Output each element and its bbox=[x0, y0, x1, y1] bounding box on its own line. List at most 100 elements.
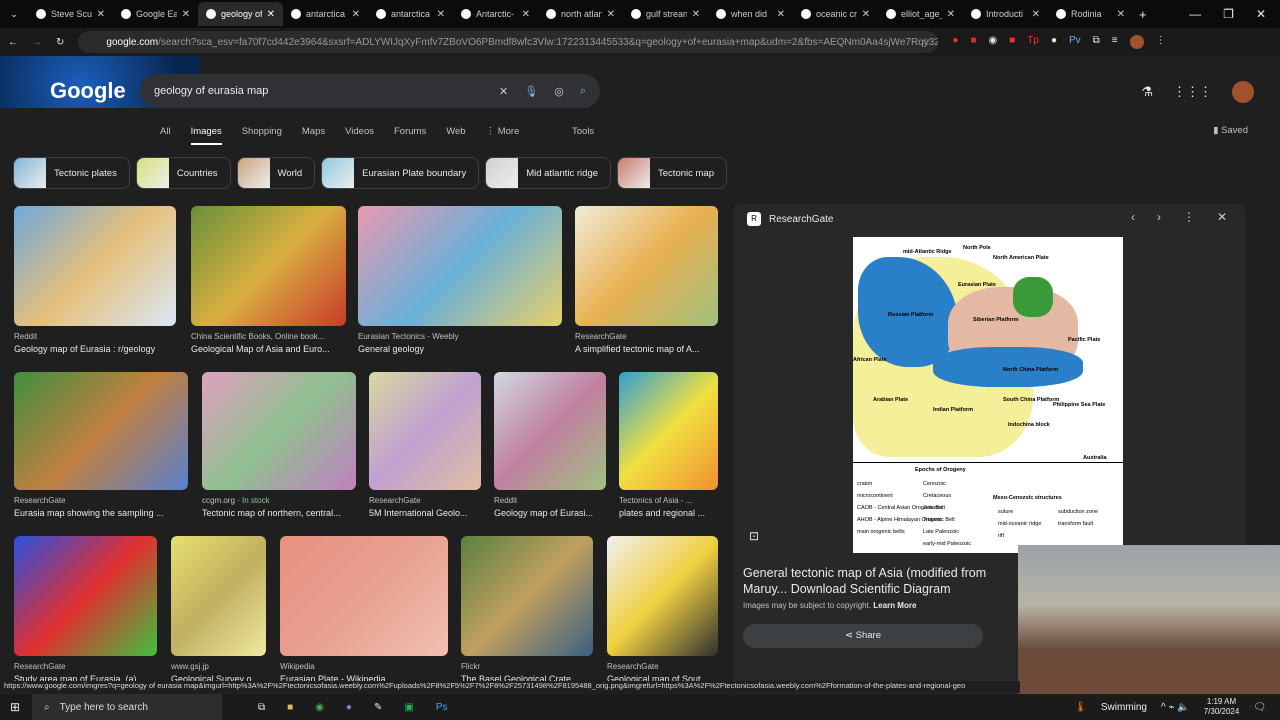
result-source[interactable]: Flickr bbox=[461, 662, 593, 671]
result-source[interactable]: www.gsj.jp bbox=[171, 662, 266, 671]
chrome-icon[interactable]: ◉ bbox=[315, 702, 324, 713]
extension-icon[interactable]: ■ bbox=[970, 35, 976, 49]
result-thumbnail[interactable] bbox=[619, 372, 718, 490]
tab-close-icon[interactable]: ✕ bbox=[862, 9, 870, 20]
result-thumbnail[interactable] bbox=[14, 206, 176, 326]
extension-icon[interactable]: Tp bbox=[1027, 35, 1039, 49]
back-icon[interactable]: ← bbox=[8, 37, 18, 48]
microphone-icon[interactable]: 🎙 bbox=[524, 85, 538, 98]
app-icon[interactable]: ✎ bbox=[374, 702, 382, 713]
result-title[interactable]: A simplified tectonic map of A... bbox=[575, 344, 718, 354]
preview-source[interactable]: ResearchGate bbox=[769, 214, 833, 225]
nav-tab[interactable]: Maps bbox=[302, 126, 325, 145]
new-tab-button[interactable]: + bbox=[1139, 7, 1147, 22]
result-source[interactable]: ResearchGate bbox=[14, 662, 157, 671]
image-result[interactable]: ResearchGate A simplified tectonic map of… bbox=[575, 206, 718, 354]
related-chip[interactable]: Tectonic map bbox=[617, 157, 727, 189]
image-result[interactable]: www.gsj.jp Geological Survey o... bbox=[171, 536, 266, 684]
result-source[interactable]: Wikipedia bbox=[280, 662, 448, 671]
tab-close-icon[interactable]: ✕ bbox=[607, 9, 615, 20]
result-title[interactable]: Geology map of Eurasi... bbox=[494, 508, 606, 518]
browser-tab[interactable]: antarctica ✕ bbox=[368, 2, 453, 26]
task-view-icon[interactable]: ⧉ bbox=[258, 702, 265, 713]
browser-tab[interactable]: oceanic cr ✕ bbox=[793, 2, 878, 26]
profile-avatar[interactable] bbox=[1129, 35, 1144, 49]
tab-search-icon[interactable]: ⌄ bbox=[0, 9, 28, 20]
result-title[interactable]: General geology bbox=[358, 344, 562, 354]
menu-icon[interactable]: ⋮ bbox=[1156, 35, 1166, 49]
nav-tab[interactable]: Videos bbox=[345, 126, 374, 145]
extension-icon[interactable]: ◉ bbox=[988, 35, 997, 49]
result-source[interactable]: China Scientific Books, Online book... bbox=[191, 332, 346, 341]
nav-tab[interactable]: Shopping bbox=[242, 126, 282, 145]
browser-tab[interactable]: Introducti ✕ bbox=[963, 2, 1048, 26]
result-title[interactable]: 5M International Geolo... bbox=[369, 508, 481, 518]
related-chip[interactable]: Eurasian Plate boundary bbox=[321, 157, 480, 189]
tab-close-icon[interactable]: ✕ bbox=[522, 9, 530, 20]
next-icon[interactable]: › bbox=[1157, 210, 1161, 224]
restore-icon[interactable]: ❐ bbox=[1223, 7, 1234, 21]
tab-close-icon[interactable]: ✕ bbox=[777, 9, 785, 20]
extension-icon[interactable]: Pv bbox=[1069, 35, 1081, 49]
lens-search-icon[interactable]: ⊡ bbox=[749, 529, 759, 543]
reload-icon[interactable]: ↻ bbox=[56, 37, 64, 48]
browser-tab[interactable]: geology of ✕ bbox=[198, 2, 283, 26]
nav-tab[interactable]: Images bbox=[190, 126, 222, 145]
weather-label[interactable]: Swimming bbox=[1101, 702, 1147, 713]
preview-title[interactable]: General tectonic map of Asia (modified f… bbox=[743, 565, 1023, 597]
more-options-icon[interactable]: ⋮ bbox=[1183, 210, 1195, 224]
notifications-icon[interactable]: 🗨 bbox=[1253, 702, 1266, 713]
image-result[interactable]: Wikipedia Eurasian Plate - Wikipedia bbox=[280, 536, 448, 684]
image-result[interactable]: ResearchGate Study area map of Eurasia. (… bbox=[14, 536, 157, 684]
tab-close-icon[interactable]: ✕ bbox=[182, 9, 190, 20]
browser-tab[interactable]: when did ✕ bbox=[708, 2, 793, 26]
nav-tab[interactable]: Web bbox=[446, 126, 465, 145]
file-explorer-icon[interactable]: ■ bbox=[287, 702, 293, 713]
image-result[interactable]: China Scientific Books, Online book... Ge… bbox=[191, 206, 346, 354]
close-window-icon[interactable]: ✕ bbox=[1256, 7, 1266, 21]
learn-more-link[interactable]: Learn More bbox=[873, 601, 916, 610]
result-title[interactable]: Eurasia map showing the sampling ... bbox=[14, 508, 188, 518]
tab-close-icon[interactable]: ✕ bbox=[1117, 9, 1125, 20]
result-source[interactable]: ResearchGate bbox=[575, 332, 718, 341]
result-source[interactable]: Reddit bbox=[494, 496, 606, 505]
account-avatar[interactable] bbox=[1232, 81, 1254, 103]
labs-icon[interactable]: ⚗ bbox=[1141, 84, 1153, 100]
forward-icon[interactable]: → bbox=[32, 37, 42, 48]
result-title[interactable]: plates and regional ... bbox=[619, 508, 718, 518]
result-source[interactable]: ccgm.org · In stock bbox=[202, 496, 356, 505]
extension-icon[interactable]: ● bbox=[952, 35, 958, 49]
share-button[interactable]: ⋖ Share bbox=[743, 624, 983, 648]
reading-list-icon[interactable]: ≡ bbox=[1112, 35, 1118, 49]
result-thumbnail[interactable] bbox=[607, 536, 718, 656]
preview-image-tectonic-map[interactable]: mid-Atlantic Ridge North Pole North Americ… bbox=[853, 237, 1123, 553]
tab-close-icon[interactable]: ✕ bbox=[352, 9, 360, 20]
tools-button[interactable]: Tools bbox=[572, 126, 594, 137]
extension-icon[interactable]: ● bbox=[1051, 35, 1057, 49]
result-source[interactable]: ResearchGate bbox=[14, 496, 188, 505]
saved-button[interactable]: ▮ Saved bbox=[1213, 125, 1248, 136]
image-result[interactable]: Reddit Geology map of Eurasi... bbox=[494, 372, 606, 518]
tray-icons[interactable]: ^ ⌁ 🔈 bbox=[1161, 702, 1190, 713]
result-source[interactable]: ResearchGate bbox=[607, 662, 718, 671]
result-thumbnail[interactable] bbox=[280, 536, 448, 656]
image-result[interactable]: Reddit Geology map of Eurasia : r/geology bbox=[14, 206, 176, 354]
browser-tab[interactable]: gulf strean ✕ bbox=[623, 2, 708, 26]
search-icon[interactable]: ⌕ bbox=[580, 85, 586, 98]
image-result[interactable]: Tectonics of Asia - ... plates and region… bbox=[619, 372, 718, 518]
result-title[interactable]: Geology map of Eurasia : r/geology bbox=[14, 344, 176, 354]
result-title[interactable]: Tectonic map of northern, central... bbox=[202, 508, 356, 518]
lens-icon[interactable]: ◎ bbox=[554, 85, 564, 98]
result-thumbnail[interactable] bbox=[171, 536, 266, 656]
browser-tab[interactable]: Rodinia ✕ bbox=[1048, 2, 1133, 26]
browser-tab[interactable]: Antarctic- ✕ bbox=[453, 2, 538, 26]
tab-close-icon[interactable]: ✕ bbox=[947, 9, 955, 20]
result-source[interactable]: Eurasian Tectonics - Weebly bbox=[358, 332, 562, 341]
result-source[interactable]: ResearchGate bbox=[369, 496, 481, 505]
search-input[interactable]: geology of eurasia map bbox=[154, 85, 483, 97]
puzzle-icon[interactable]: ⧉ bbox=[1093, 35, 1100, 49]
result-thumbnail[interactable] bbox=[202, 372, 356, 490]
photoshop-icon[interactable]: Ps bbox=[436, 702, 448, 713]
previous-icon[interactable]: ‹ bbox=[1131, 210, 1135, 224]
clock[interactable]: 1:19 AM 7/30/2024 bbox=[1204, 697, 1240, 717]
